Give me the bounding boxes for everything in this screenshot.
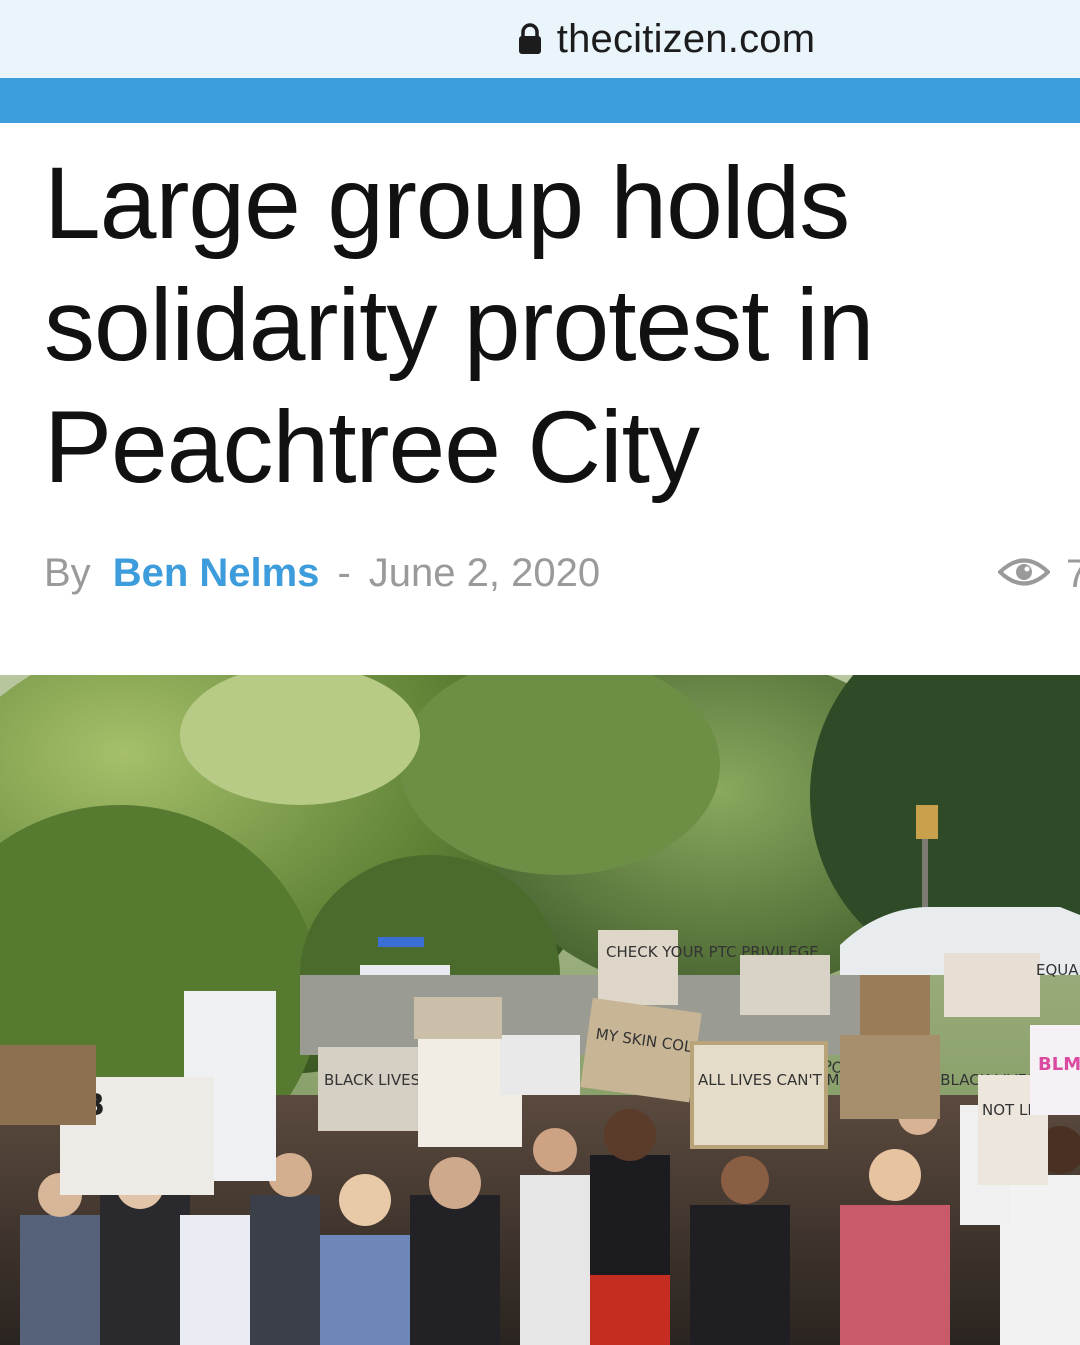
eye-icon	[997, 552, 1051, 597]
site-header-band	[0, 78, 1080, 123]
lock-icon	[517, 22, 543, 56]
sign-text: BLACK LIVES	[324, 1071, 420, 1089]
article-headline: Large group holds solidarity protest in …	[44, 142, 1054, 508]
byline-separator: -	[337, 550, 351, 595]
headline-line: Peachtree City	[44, 390, 700, 504]
author-link[interactable]: Ben Nelms	[113, 551, 320, 596]
article-photo: CHECK YOUR PTC PRIVILEGE MY SKIN COLOR I…	[0, 675, 1080, 1345]
browser-address-bar[interactable]: thecitizen.com	[0, 0, 1080, 78]
byline-prefix: By	[44, 550, 91, 595]
publish-date: June 2, 2020	[368, 550, 601, 595]
headline-line: solidarity protest in	[44, 268, 874, 382]
byline: By Ben Nelms - June 2, 2020	[44, 548, 600, 598]
view-count: 7	[997, 551, 1080, 597]
sign-text: EQUAL	[1036, 961, 1080, 979]
sign-text: BLM	[1038, 1054, 1080, 1075]
url-text[interactable]: thecitizen.com	[557, 17, 815, 62]
headline-line: Large group holds	[44, 146, 850, 260]
view-count-value: 7	[1066, 551, 1080, 596]
